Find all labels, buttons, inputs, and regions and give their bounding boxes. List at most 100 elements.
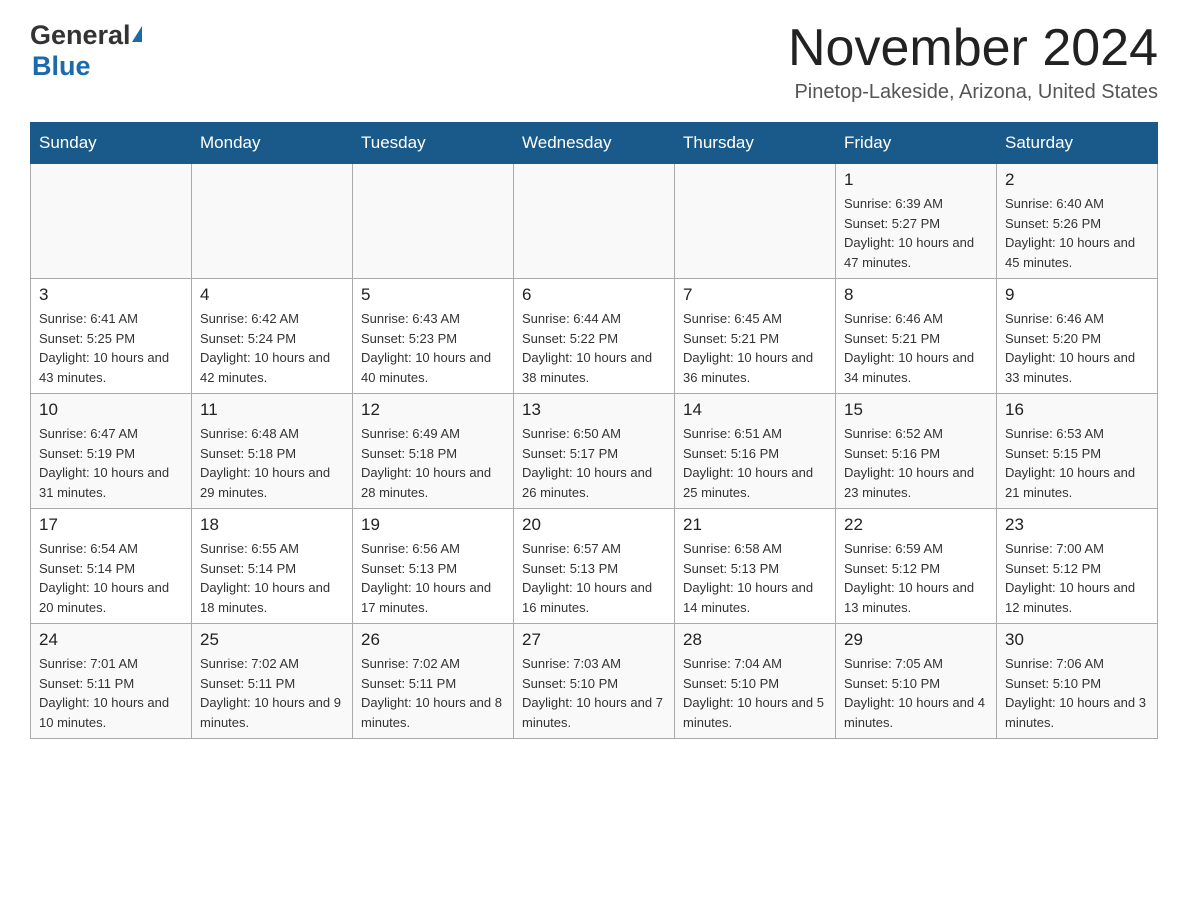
day-info: Sunrise: 7:04 AM Sunset: 5:10 PM Dayligh…	[683, 654, 827, 732]
day-number: 23	[1005, 515, 1149, 535]
calendar-cell: 10 Sunrise: 6:47 AM Sunset: 5:19 PM Dayli…	[31, 394, 192, 509]
calendar-cell: 19 Sunrise: 6:56 AM Sunset: 5:13 PM Dayli…	[353, 509, 514, 624]
day-info: Sunrise: 7:05 AM Sunset: 5:10 PM Dayligh…	[844, 654, 988, 732]
day-number: 14	[683, 400, 827, 420]
calendar-cell: 21 Sunrise: 6:58 AM Sunset: 5:13 PM Dayli…	[675, 509, 836, 624]
calendar-cell: 12 Sunrise: 6:49 AM Sunset: 5:18 PM Dayli…	[353, 394, 514, 509]
calendar-cell: 23 Sunrise: 7:00 AM Sunset: 5:12 PM Dayli…	[997, 509, 1158, 624]
calendar-cell: 22 Sunrise: 6:59 AM Sunset: 5:12 PM Dayli…	[836, 509, 997, 624]
day-info: Sunrise: 6:47 AM Sunset: 5:19 PM Dayligh…	[39, 424, 183, 502]
logo: General Blue	[30, 20, 142, 82]
calendar-week-row: 10 Sunrise: 6:47 AM Sunset: 5:19 PM Dayli…	[31, 394, 1158, 509]
calendar-header-friday: Friday	[836, 123, 997, 164]
calendar-cell: 26Sunrise: 7:02 AM Sunset: 5:11 PM Dayli…	[353, 624, 514, 739]
day-info: Sunrise: 6:57 AM Sunset: 5:13 PM Dayligh…	[522, 539, 666, 617]
day-info: Sunrise: 7:01 AM Sunset: 5:11 PM Dayligh…	[39, 654, 183, 732]
calendar-cell: 18 Sunrise: 6:55 AM Sunset: 5:14 PM Dayli…	[192, 509, 353, 624]
calendar-header-tuesday: Tuesday	[353, 123, 514, 164]
calendar-cell: 11 Sunrise: 6:48 AM Sunset: 5:18 PM Dayli…	[192, 394, 353, 509]
day-info: Sunrise: 6:58 AM Sunset: 5:13 PM Dayligh…	[683, 539, 827, 617]
calendar-cell: 13 Sunrise: 6:50 AM Sunset: 5:17 PM Dayli…	[514, 394, 675, 509]
calendar-week-row: 1Sunrise: 6:39 AM Sunset: 5:27 PM Daylig…	[31, 164, 1158, 279]
day-info: Sunrise: 7:00 AM Sunset: 5:12 PM Dayligh…	[1005, 539, 1149, 617]
day-number: 4	[200, 285, 344, 305]
day-info: Sunrise: 6:59 AM Sunset: 5:12 PM Dayligh…	[844, 539, 988, 617]
calendar-cell	[514, 164, 675, 279]
calendar-week-row: 3Sunrise: 6:41 AM Sunset: 5:25 PM Daylig…	[31, 279, 1158, 394]
title-area: November 2024 Pinetop-Lakeside, Arizona,…	[788, 20, 1158, 104]
day-info: Sunrise: 6:53 AM Sunset: 5:15 PM Dayligh…	[1005, 424, 1149, 502]
day-info: Sunrise: 6:42 AM Sunset: 5:24 PM Dayligh…	[200, 309, 344, 387]
day-info: Sunrise: 6:39 AM Sunset: 5:27 PM Dayligh…	[844, 194, 988, 272]
day-number: 10	[39, 400, 183, 420]
day-number: 27	[522, 630, 666, 650]
calendar-cell	[31, 164, 192, 279]
day-number: 25	[200, 630, 344, 650]
day-number: 29	[844, 630, 988, 650]
day-number: 21	[683, 515, 827, 535]
day-number: 18	[200, 515, 344, 535]
calendar-cell: 28Sunrise: 7:04 AM Sunset: 5:10 PM Dayli…	[675, 624, 836, 739]
calendar-cell	[675, 164, 836, 279]
calendar-cell: 16 Sunrise: 6:53 AM Sunset: 5:15 PM Dayli…	[997, 394, 1158, 509]
day-info: Sunrise: 6:40 AM Sunset: 5:26 PM Dayligh…	[1005, 194, 1149, 272]
calendar-header-sunday: Sunday	[31, 123, 192, 164]
day-info: Sunrise: 6:46 AM Sunset: 5:21 PM Dayligh…	[844, 309, 988, 387]
calendar-cell: 30 Sunrise: 7:06 AM Sunset: 5:10 PM Dayli…	[997, 624, 1158, 739]
day-info: Sunrise: 6:55 AM Sunset: 5:14 PM Dayligh…	[200, 539, 344, 617]
calendar-cell: 17Sunrise: 6:54 AM Sunset: 5:14 PM Dayli…	[31, 509, 192, 624]
day-number: 16	[1005, 400, 1149, 420]
header: General Blue November 2024 Pinetop-Lakes…	[30, 20, 1158, 104]
calendar-cell	[192, 164, 353, 279]
day-number: 19	[361, 515, 505, 535]
day-number: 17	[39, 515, 183, 535]
day-info: Sunrise: 6:49 AM Sunset: 5:18 PM Dayligh…	[361, 424, 505, 502]
day-info: Sunrise: 6:44 AM Sunset: 5:22 PM Dayligh…	[522, 309, 666, 387]
day-info: Sunrise: 7:02 AM Sunset: 5:11 PM Dayligh…	[361, 654, 505, 732]
calendar-cell: 4 Sunrise: 6:42 AM Sunset: 5:24 PM Daylig…	[192, 279, 353, 394]
calendar-cell: 3Sunrise: 6:41 AM Sunset: 5:25 PM Daylig…	[31, 279, 192, 394]
day-info: Sunrise: 6:56 AM Sunset: 5:13 PM Dayligh…	[361, 539, 505, 617]
calendar-cell: 8 Sunrise: 6:46 AM Sunset: 5:21 PM Daylig…	[836, 279, 997, 394]
day-info: Sunrise: 6:52 AM Sunset: 5:16 PM Dayligh…	[844, 424, 988, 502]
day-number: 13	[522, 400, 666, 420]
day-number: 9	[1005, 285, 1149, 305]
day-info: Sunrise: 6:48 AM Sunset: 5:18 PM Dayligh…	[200, 424, 344, 502]
logo-general-text: General	[30, 20, 131, 51]
day-number: 22	[844, 515, 988, 535]
logo-blue-text: Blue	[32, 51, 91, 82]
day-number: 3	[39, 285, 183, 305]
day-number: 2	[1005, 170, 1149, 190]
day-number: 5	[361, 285, 505, 305]
day-info: Sunrise: 7:06 AM Sunset: 5:10 PM Dayligh…	[1005, 654, 1149, 732]
calendar-header-thursday: Thursday	[675, 123, 836, 164]
day-number: 20	[522, 515, 666, 535]
calendar-cell: 6Sunrise: 6:44 AM Sunset: 5:22 PM Daylig…	[514, 279, 675, 394]
calendar-header-wednesday: Wednesday	[514, 123, 675, 164]
calendar-cell: 24Sunrise: 7:01 AM Sunset: 5:11 PM Dayli…	[31, 624, 192, 739]
day-info: Sunrise: 6:45 AM Sunset: 5:21 PM Dayligh…	[683, 309, 827, 387]
calendar-cell: 20 Sunrise: 6:57 AM Sunset: 5:13 PM Dayli…	[514, 509, 675, 624]
calendar-cell: 7 Sunrise: 6:45 AM Sunset: 5:21 PM Daylig…	[675, 279, 836, 394]
calendar-cell: 2 Sunrise: 6:40 AM Sunset: 5:26 PM Daylig…	[997, 164, 1158, 279]
day-number: 12	[361, 400, 505, 420]
calendar-cell: 14 Sunrise: 6:51 AM Sunset: 5:16 PM Dayli…	[675, 394, 836, 509]
calendar-cell: 9 Sunrise: 6:46 AM Sunset: 5:20 PM Daylig…	[997, 279, 1158, 394]
calendar-header-monday: Monday	[192, 123, 353, 164]
calendar-cell: 1Sunrise: 6:39 AM Sunset: 5:27 PM Daylig…	[836, 164, 997, 279]
day-number: 7	[683, 285, 827, 305]
logo-triangle-icon	[132, 26, 142, 42]
day-info: Sunrise: 7:03 AM Sunset: 5:10 PM Dayligh…	[522, 654, 666, 732]
day-info: Sunrise: 6:51 AM Sunset: 5:16 PM Dayligh…	[683, 424, 827, 502]
day-number: 30	[1005, 630, 1149, 650]
day-number: 8	[844, 285, 988, 305]
calendar-header-saturday: Saturday	[997, 123, 1158, 164]
calendar-cell: 25Sunrise: 7:02 AM Sunset: 5:11 PM Dayli…	[192, 624, 353, 739]
calendar-header-row: SundayMondayTuesdayWednesdayThursdayFrid…	[31, 123, 1158, 164]
day-info: Sunrise: 6:43 AM Sunset: 5:23 PM Dayligh…	[361, 309, 505, 387]
day-number: 11	[200, 400, 344, 420]
calendar-cell: 15 Sunrise: 6:52 AM Sunset: 5:16 PM Dayli…	[836, 394, 997, 509]
day-info: Sunrise: 6:46 AM Sunset: 5:20 PM Dayligh…	[1005, 309, 1149, 387]
day-number: 15	[844, 400, 988, 420]
day-info: Sunrise: 6:50 AM Sunset: 5:17 PM Dayligh…	[522, 424, 666, 502]
